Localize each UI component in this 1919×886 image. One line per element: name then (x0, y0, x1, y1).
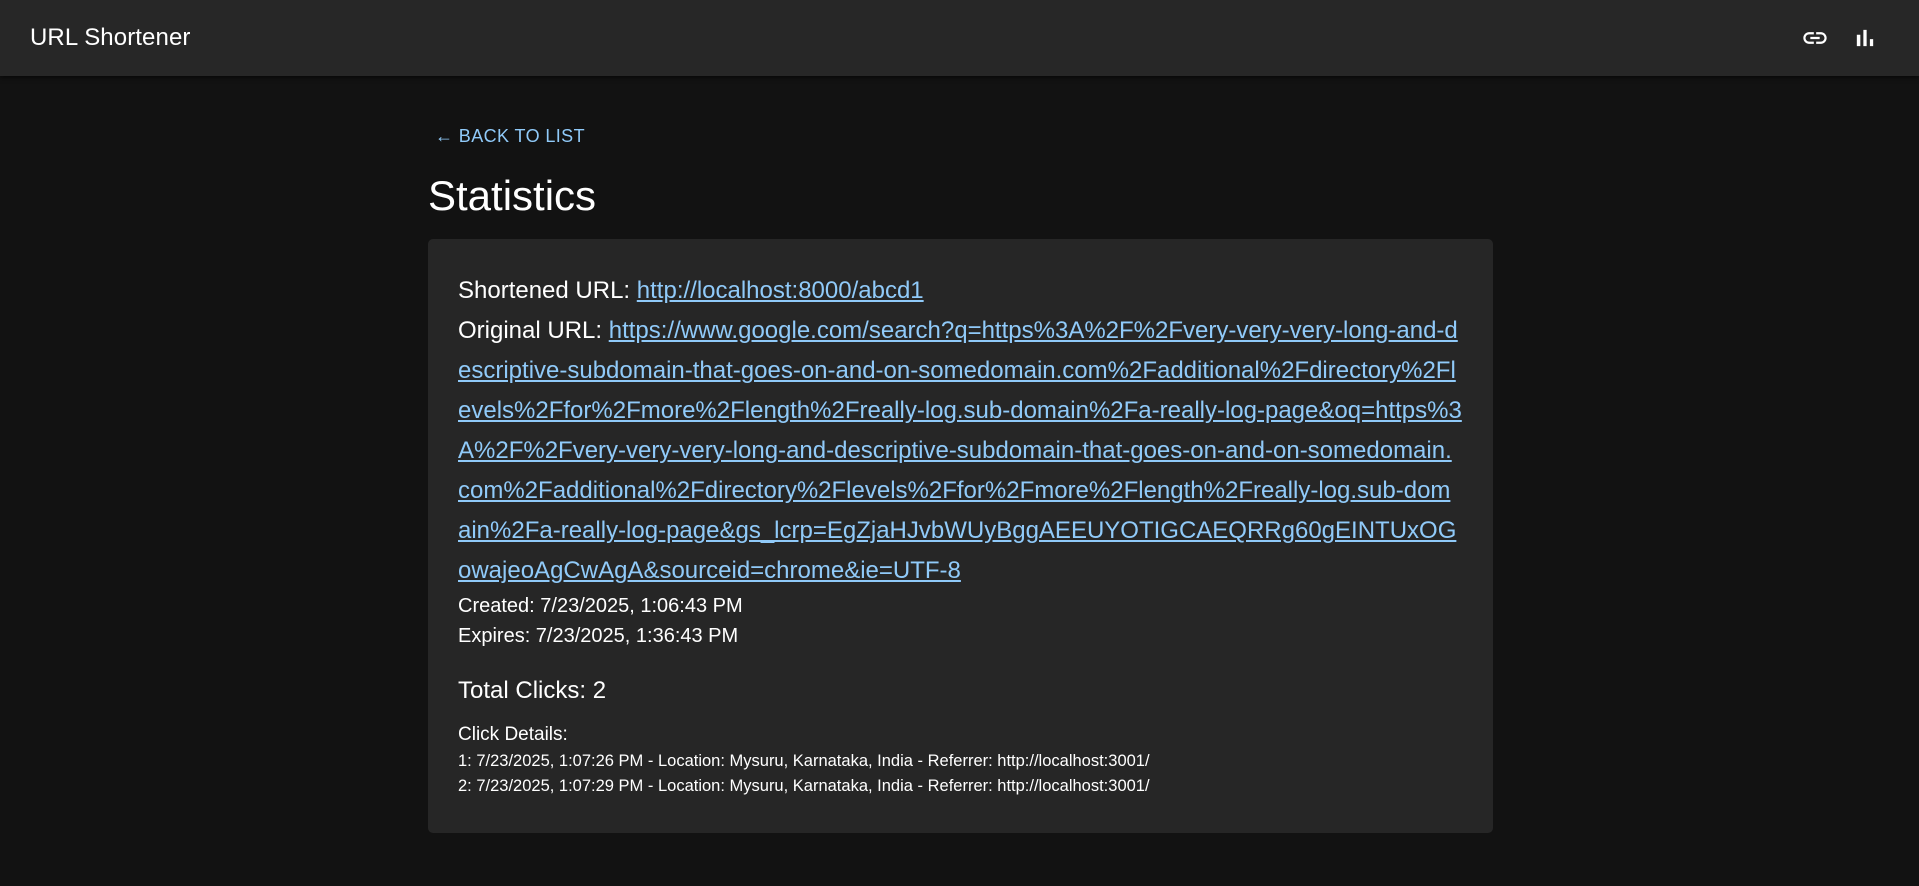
original-url-label: Original URL: (458, 317, 609, 345)
click-detail-item: 2: 7/23/2025, 1:07:29 PM - Location: Mys… (458, 777, 1150, 796)
shortened-url-link[interactable]: http://localhost:8000/abcd1 (637, 277, 924, 304)
original-url-row: Original URL: https://www.google.com/sea… (458, 311, 1463, 591)
link-icon (1803, 32, 1827, 44)
click-detail-item: 1: 7/23/2025, 1:07:26 PM - Location: Mys… (458, 752, 1150, 771)
back-to-list-button[interactable]: ← BACK TO LIST (435, 126, 585, 147)
page-title: Statistics (428, 172, 597, 219)
shorten-link-button[interactable] (1797, 20, 1833, 56)
shortened-url-row: Shortened URL: http://localhost:8000/abc… (458, 271, 1463, 311)
original-url-link[interactable]: https://www.google.com/search?q=https%3A… (458, 317, 1462, 584)
app-bar: URL Shortener (0, 0, 1919, 76)
appbar-actions (1797, 20, 1883, 56)
total-clicks: Total Clicks: 2 (458, 677, 607, 705)
expires-date: Expires: 7/23/2025, 1:36:43 PM (458, 625, 739, 648)
statistics-card: Shortened URL: http://localhost:8000/abc… (428, 239, 1493, 834)
click-details-label: Click Details: (458, 724, 568, 746)
app-title: URL Shortener (30, 24, 191, 51)
bar-chart-icon (1856, 29, 1874, 47)
main-content: ← BACK TO LIST Statistics Shortened URL:… (428, 76, 1493, 834)
created-date: Created: 7/23/2025, 1:06:43 PM (458, 595, 743, 618)
shortened-url-label: Shortened URL: (458, 277, 637, 305)
statistics-button[interactable] (1847, 20, 1883, 56)
